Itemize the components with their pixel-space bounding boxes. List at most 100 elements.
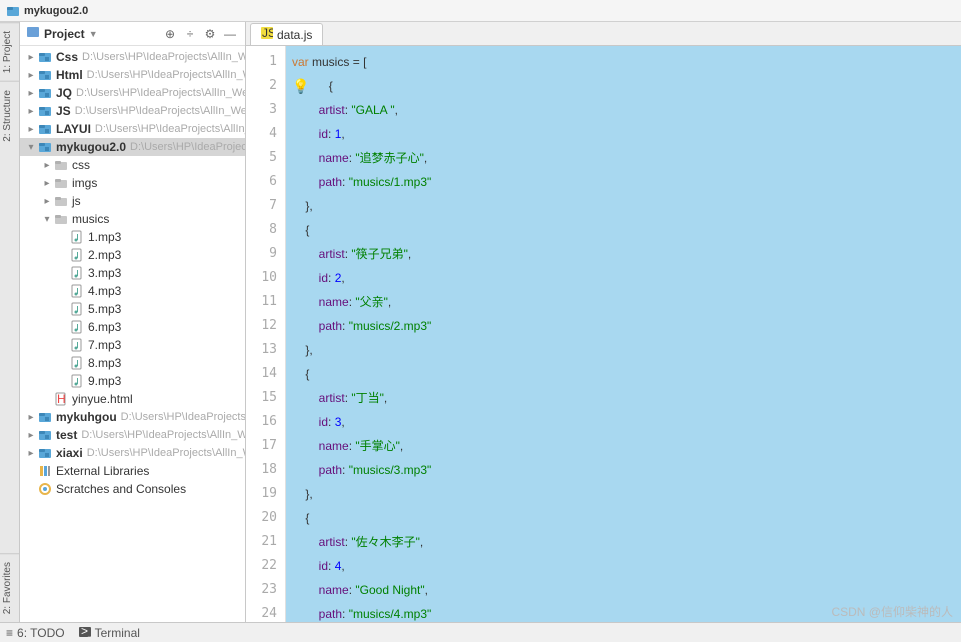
collapse-icon[interactable]: ÷: [181, 25, 199, 43]
chevron-right-icon[interactable]: ▸: [24, 430, 38, 441]
line-number[interactable]: 7: [246, 194, 285, 218]
chevron-right-icon[interactable]: ▸: [24, 106, 38, 117]
code-line[interactable]: id: 1,: [292, 122, 961, 146]
line-number[interactable]: 18: [246, 458, 285, 482]
code-line[interactable]: artist: "佐々木李子",: [292, 530, 961, 554]
chevron-right-icon[interactable]: ▸: [24, 448, 38, 459]
code-line[interactable]: {: [292, 218, 961, 242]
code-line[interactable]: id: 3,: [292, 410, 961, 434]
hide-icon[interactable]: —: [221, 25, 239, 43]
line-number[interactable]: 5: [246, 146, 285, 170]
tree-item-css[interactable]: ▸css: [20, 156, 245, 174]
code-editor[interactable]: 123456789101112131415161718192021222324 …: [246, 46, 961, 622]
line-number[interactable]: 6: [246, 170, 285, 194]
tree-item-jq[interactable]: ▸JQD:\Users\HP\IdeaProjects\AllIn_Web\: [20, 84, 245, 102]
chevron-down-icon[interactable]: ▾: [40, 214, 54, 225]
chevron-right-icon[interactable]: ▸: [24, 52, 38, 63]
tree-item-imgs[interactable]: ▸imgs: [20, 174, 245, 192]
line-number[interactable]: 21: [246, 530, 285, 554]
tab-data-js[interactable]: JS data.js: [250, 23, 323, 45]
chevron-right-icon[interactable]: ▸: [24, 124, 38, 135]
line-number[interactable]: 10: [246, 266, 285, 290]
code-line[interactable]: id: 4,: [292, 554, 961, 578]
line-number[interactable]: 9: [246, 242, 285, 266]
chevron-right-icon[interactable]: ▸: [24, 70, 38, 81]
line-number[interactable]: 4: [246, 122, 285, 146]
tree-item-test[interactable]: ▸testD:\Users\HP\IdeaProjects\AllIn_Web: [20, 426, 245, 444]
line-number[interactable]: 3: [246, 98, 285, 122]
tree-item-mykugou2-0[interactable]: ▾mykugou2.0D:\Users\HP\IdeaProjects\: [20, 138, 245, 156]
code-line[interactable]: artist: "GALA ",: [292, 98, 961, 122]
chevron-right-icon[interactable]: ▸: [24, 88, 38, 99]
chevron-right-icon[interactable]: ▸: [40, 196, 54, 207]
tree-item-3-mp3[interactable]: 3.mp3: [20, 264, 245, 282]
gear-icon[interactable]: ⚙: [201, 25, 219, 43]
code-line[interactable]: artist: "丁当",: [292, 386, 961, 410]
chevron-right-icon[interactable]: ▸: [40, 160, 54, 171]
tree-item-layui[interactable]: ▸LAYUID:\Users\HP\IdeaProjects\AllIn_W: [20, 120, 245, 138]
tree-item-4-mp3[interactable]: 4.mp3: [20, 282, 245, 300]
code-line[interactable]: var musics = [: [292, 50, 961, 74]
chevron-right-icon[interactable]: ▸: [40, 178, 54, 189]
code-line[interactable]: },: [292, 338, 961, 362]
tree-item-js[interactable]: ▸JSD:\Users\HP\IdeaProjects\AllIn_Web\: [20, 102, 245, 120]
code-line[interactable]: path: "musics/1.mp3": [292, 170, 961, 194]
code-line[interactable]: name: "Good Night",: [292, 578, 961, 602]
code-line[interactable]: path: "musics/2.mp3": [292, 314, 961, 338]
tree-item-1-mp3[interactable]: 1.mp3: [20, 228, 245, 246]
line-number[interactable]: 16: [246, 410, 285, 434]
rail-tab-favorites[interactable]: 2: Favorites: [0, 553, 19, 622]
tree-item-mykuhgou[interactable]: ▸mykuhgouD:\Users\HP\IdeaProjects\Al: [20, 408, 245, 426]
chevron-down-icon[interactable]: ▼: [89, 29, 98, 39]
tree-item-html[interactable]: ▸HtmlD:\Users\HP\IdeaProjects\AllIn_We: [20, 66, 245, 84]
code-line[interactable]: artist: "筷子兄弟",: [292, 242, 961, 266]
code-line[interactable]: },: [292, 482, 961, 506]
tree-item-scratches-and-consoles[interactable]: Scratches and Consoles: [20, 480, 245, 498]
tree-item-yinyue-html[interactable]: Hyinyue.html: [20, 390, 245, 408]
chevron-down-icon[interactable]: ▾: [24, 142, 38, 153]
line-number[interactable]: 24: [246, 602, 285, 622]
chevron-right-icon[interactable]: ▸: [24, 412, 38, 423]
tree-item-6-mp3[interactable]: 6.mp3: [20, 318, 245, 336]
bulb-icon[interactable]: 💡: [292, 74, 309, 98]
line-number[interactable]: 19: [246, 482, 285, 506]
line-number[interactable]: 23: [246, 578, 285, 602]
line-number[interactable]: 14: [246, 362, 285, 386]
line-number[interactable]: 11: [246, 290, 285, 314]
tree-item-js[interactable]: ▸js: [20, 192, 245, 210]
code-line[interactable]: },: [292, 194, 961, 218]
tree-item-external-libraries[interactable]: External Libraries: [20, 462, 245, 480]
locate-icon[interactable]: ⊕: [161, 25, 179, 43]
code-line[interactable]: name: "父亲",: [292, 290, 961, 314]
tree-item-css[interactable]: ▸CssD:\Users\HP\IdeaProjects\AllIn_Web\: [20, 48, 245, 66]
tree-item-xiaxi[interactable]: ▸xiaxiD:\Users\HP\IdeaProjects\AllIn_Web: [20, 444, 245, 462]
line-number[interactable]: 17: [246, 434, 285, 458]
line-number[interactable]: 20: [246, 506, 285, 530]
line-number[interactable]: 1: [246, 50, 285, 74]
status-todo[interactable]: ≡ 6: TODO: [6, 626, 65, 640]
code-line[interactable]: {: [292, 506, 961, 530]
status-terminal[interactable]: >_ Terminal: [79, 626, 140, 640]
tree-item-8-mp3[interactable]: 8.mp3: [20, 354, 245, 372]
tree-item-2-mp3[interactable]: 2.mp3: [20, 246, 245, 264]
code-line[interactable]: 💡 {: [292, 74, 961, 98]
tree-item-5-mp3[interactable]: 5.mp3: [20, 300, 245, 318]
code-line[interactable]: id: 2,: [292, 266, 961, 290]
code-line[interactable]: name: "手掌心",: [292, 434, 961, 458]
rail-tab-project[interactable]: 1: Project: [0, 22, 19, 81]
code-line[interactable]: name: "追梦赤子心",: [292, 146, 961, 170]
line-number[interactable]: 2: [246, 74, 285, 98]
rail-tab-structure[interactable]: 2: Structure: [0, 81, 19, 150]
line-number[interactable]: 15: [246, 386, 285, 410]
tree-item-musics[interactable]: ▾musics: [20, 210, 245, 228]
line-number[interactable]: 8: [246, 218, 285, 242]
tree-item-9-mp3[interactable]: 9.mp3: [20, 372, 245, 390]
line-number[interactable]: 22: [246, 554, 285, 578]
code-line[interactable]: path: "musics/3.mp3": [292, 458, 961, 482]
code-line[interactable]: {: [292, 362, 961, 386]
project-tree[interactable]: ▸CssD:\Users\HP\IdeaProjects\AllIn_Web\▸…: [20, 46, 245, 622]
line-number[interactable]: 12: [246, 314, 285, 338]
code-line[interactable]: path: "musics/4.mp3": [292, 602, 961, 622]
tree-item-7-mp3[interactable]: 7.mp3: [20, 336, 245, 354]
line-number[interactable]: 13: [246, 338, 285, 362]
